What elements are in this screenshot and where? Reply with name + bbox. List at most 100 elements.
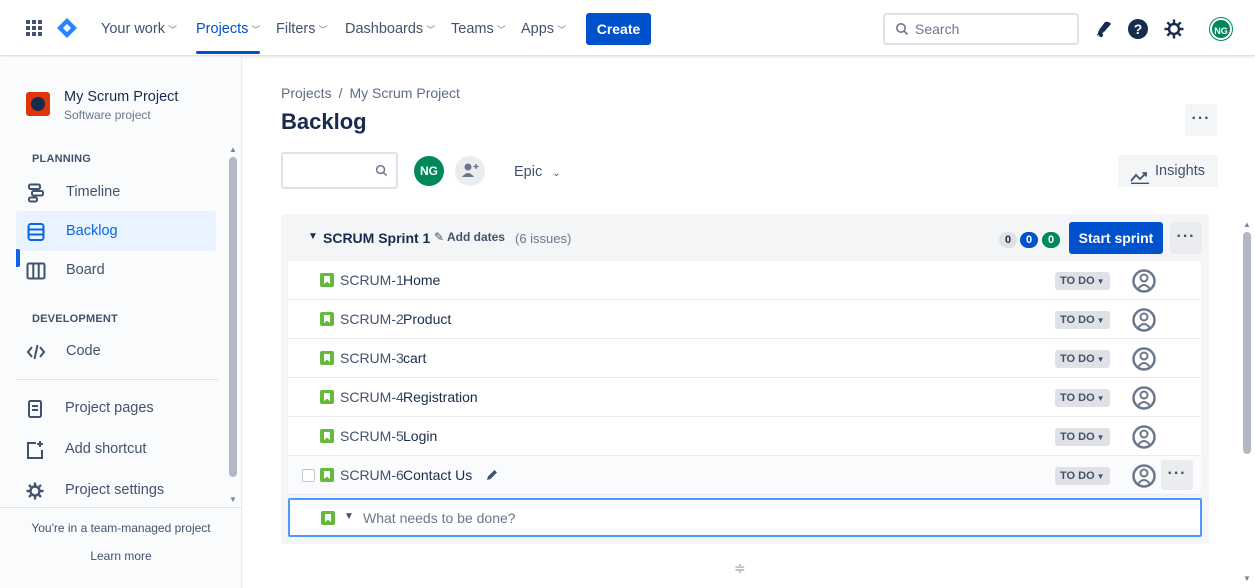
chevron-down-icon: ▼	[1096, 472, 1105, 481]
team-managed-note: You're in a team-managed project	[31, 521, 211, 535]
issue-row[interactable]: SCRUM-2 Product TO DO ▼	[288, 300, 1201, 339]
notifications-icon[interactable]	[1093, 18, 1115, 43]
scroll-up-icon[interactable]: ▲	[229, 145, 237, 154]
status-dropdown[interactable]: TO DO ▼	[1055, 350, 1110, 368]
nav-filters[interactable]: Filters ﹀	[276, 0, 328, 56]
search-input[interactable]	[915, 19, 1065, 39]
nav-apps[interactable]: Apps ﹀	[521, 0, 566, 56]
sidebar-item-add-shortcut[interactable]: Add shortcut	[16, 429, 216, 469]
svg-text:?: ?	[1134, 21, 1143, 37]
scroll-down-icon[interactable]: ▼	[229, 495, 237, 504]
issue-row[interactable]: SCRUM-3 cart TO DO ▼	[288, 339, 1201, 378]
help-icon[interactable]: ?	[1127, 18, 1149, 43]
main-scrollbar[interactable]	[1243, 232, 1251, 454]
sidebar-item-label: Project settings	[65, 482, 165, 498]
status-dropdown[interactable]: TO DO ▼	[1055, 467, 1110, 485]
breadcrumb-projects[interactable]: Projects	[281, 85, 332, 101]
issue-key[interactable]: SCRUM-1	[340, 272, 404, 288]
page-title: Backlog	[281, 109, 367, 134]
add-dates-button[interactable]: ✎ Add dates	[434, 230, 505, 244]
sidebar-item-timeline[interactable]: Timeline	[16, 172, 216, 212]
status-dropdown[interactable]: TO DO ▼	[1055, 311, 1110, 329]
chevron-down-icon: ﹀	[167, 25, 177, 35]
sidebar-item-code[interactable]: Code	[16, 331, 216, 371]
insights-button[interactable]: Insights	[1118, 155, 1218, 187]
sidebar-item-board[interactable]: Board	[16, 250, 216, 290]
status-dropdown[interactable]: TO DO ▼	[1055, 389, 1110, 407]
unassigned-avatar-icon[interactable]	[1131, 385, 1157, 411]
issue-row[interactable]: SCRUM-5 Login TO DO ▼	[288, 417, 1201, 456]
sidebar-item-project-settings[interactable]: Project settings	[16, 470, 216, 510]
issue-row-hovered[interactable]: SCRUM-6 Contact Us TO DO ▼ ···	[288, 456, 1201, 495]
sidebar-item-project-pages[interactable]: Project pages	[16, 388, 216, 428]
story-icon[interactable]	[321, 511, 335, 525]
chevron-down-icon[interactable]: ▼	[344, 511, 354, 522]
issue-more-button[interactable]: ···	[1161, 460, 1193, 490]
in-progress-count-badge: 0	[1020, 232, 1038, 248]
issue-row[interactable]: SCRUM-1 Home TO DO ▼	[288, 261, 1201, 300]
status-dropdown[interactable]: TO DO ▼	[1055, 428, 1110, 446]
chevron-down-icon: ▼	[1096, 277, 1105, 286]
backlog-search-field[interactable]	[281, 152, 398, 189]
user-avatar[interactable]: NG	[1210, 18, 1232, 40]
unassigned-avatar-icon[interactable]	[1131, 307, 1157, 333]
create-issue-row[interactable]: ▼	[288, 498, 1202, 537]
sidebar-item-label: Timeline	[66, 184, 121, 200]
unassigned-avatar-icon[interactable]	[1131, 424, 1157, 450]
sidebar-scrollbar[interactable]	[229, 157, 237, 477]
sprint-name: SCRUM Sprint 1	[323, 230, 431, 246]
start-sprint-button[interactable]: Start sprint	[1069, 222, 1163, 254]
nav-projects[interactable]: Projects ﹀	[196, 0, 261, 56]
page-more-button[interactable]: ···	[1185, 104, 1217, 136]
issue-summary: Home	[403, 272, 441, 288]
nav-dashboards[interactable]: Dashboards ﹀	[345, 0, 435, 56]
create-issue-input[interactable]	[363, 507, 863, 529]
sprint-more-button[interactable]: ···	[1170, 222, 1202, 254]
unassigned-avatar-icon[interactable]	[1131, 268, 1157, 294]
issue-key[interactable]: SCRUM-4	[340, 389, 404, 405]
issue-summary: Registration	[403, 389, 478, 405]
scroll-up-icon[interactable]: ▲	[1243, 220, 1251, 229]
settings-icon[interactable]	[1163, 18, 1185, 43]
issue-key[interactable]: SCRUM-2	[340, 311, 404, 327]
assignee-filter-avatar[interactable]: NG	[414, 156, 444, 186]
resize-handle-icon[interactable]: ≑	[734, 560, 746, 577]
project-name[interactable]: My Scrum Project	[64, 89, 178, 105]
chevron-down-icon[interactable]: ▼	[308, 231, 318, 242]
search-box[interactable]	[883, 13, 1079, 45]
issue-count: (6 issues)	[515, 231, 572, 246]
nav-your-work[interactable]: Your work ﹀	[101, 0, 177, 56]
pencil-icon[interactable]	[485, 468, 499, 485]
board-icon	[26, 261, 46, 281]
chevron-down-icon: ﹀	[251, 25, 261, 35]
learn-more-link[interactable]: Learn more	[0, 549, 242, 563]
sprint-container: ▼ SCRUM Sprint 1 ✎ Add dates (6 issues) …	[281, 214, 1209, 544]
story-icon	[320, 390, 334, 404]
sidebar-item-label: Board	[66, 262, 105, 278]
story-icon	[320, 351, 334, 365]
issue-key[interactable]: SCRUM-5	[340, 428, 404, 444]
unassigned-avatar-icon[interactable]	[1131, 463, 1157, 489]
issue-key[interactable]: SCRUM-6	[340, 467, 404, 483]
gear-icon	[25, 481, 45, 501]
story-icon	[320, 312, 334, 326]
jira-logo-icon[interactable]	[56, 17, 78, 42]
scroll-down-icon[interactable]: ▼	[1243, 574, 1251, 583]
development-heading: DEVELOPMENT	[32, 313, 118, 325]
app-switcher-icon[interactable]	[25, 19, 43, 40]
add-people-button[interactable]	[455, 156, 485, 186]
sprint-header[interactable]: ▼ SCRUM Sprint 1 ✎ Add dates (6 issues) …	[281, 214, 1209, 260]
sidebar-item-label: Code	[66, 343, 101, 359]
nav-teams[interactable]: Teams ﹀	[451, 0, 506, 56]
code-icon	[26, 342, 46, 362]
epic-filter-dropdown[interactable]: Epic ⌄	[506, 156, 569, 188]
unassigned-avatar-icon[interactable]	[1131, 346, 1157, 372]
add-shortcut-icon	[25, 440, 45, 460]
select-checkbox[interactable]	[302, 469, 315, 482]
issue-row[interactable]: SCRUM-4 Registration TO DO ▼	[288, 378, 1201, 417]
issue-key[interactable]: SCRUM-3	[340, 350, 404, 366]
sidebar-item-backlog[interactable]: Backlog	[16, 211, 216, 251]
breadcrumb-project[interactable]: My Scrum Project	[349, 85, 459, 101]
status-dropdown[interactable]: TO DO ▼	[1055, 272, 1110, 290]
create-button[interactable]: Create	[586, 13, 651, 45]
